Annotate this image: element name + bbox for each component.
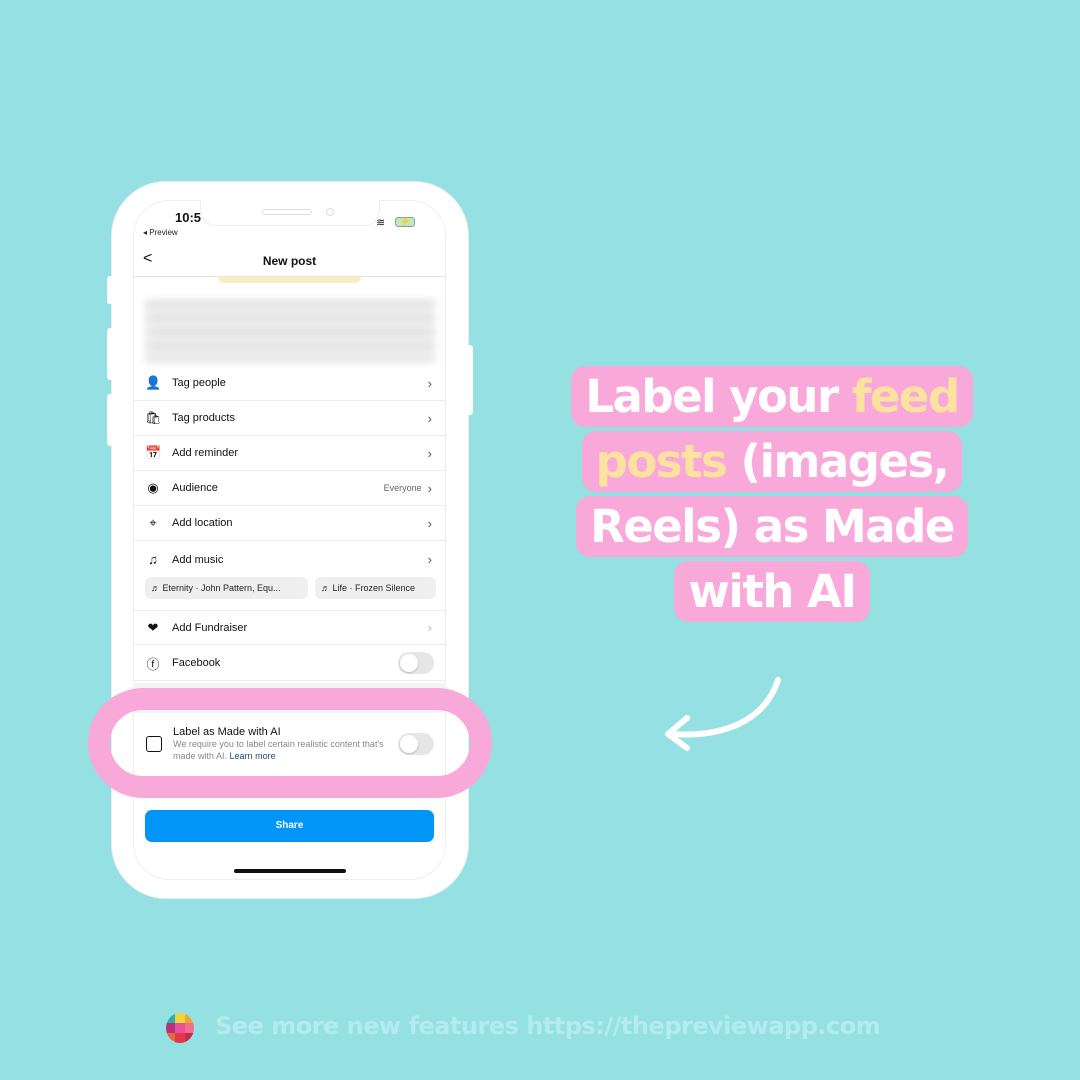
chevron-right-icon: ›	[427, 620, 432, 635]
facebook-toggle[interactable]	[398, 652, 434, 674]
wifi-icon: ≋	[376, 217, 386, 229]
audience-value: Everyone	[383, 483, 422, 493]
callout: Label your feed posts (images, Reels) as…	[566, 364, 978, 624]
facebook-icon: ⓕ	[146, 656, 160, 672]
share-button[interactable]: Share	[145, 810, 434, 842]
highlight-ring	[88, 688, 492, 798]
speaker	[262, 209, 312, 215]
row-facebook: ⓕ Facebook	[133, 646, 446, 681]
calendar-icon: 📅	[145, 445, 162, 460]
row-add-music[interactable]: ♫ Add music ›	[133, 542, 446, 577]
row-audience[interactable]: ◉ Audience Everyone ›	[133, 471, 446, 506]
phone-button	[107, 394, 113, 446]
chevron-right-icon: ›	[427, 552, 432, 567]
shopping-bag-icon: 🛍	[145, 410, 162, 425]
row-tag-products[interactable]: 🛍 Tag products ›	[133, 401, 446, 436]
fundraiser-icon: ❤	[147, 619, 159, 635]
row-label: Add Fundraiser	[172, 621, 248, 634]
preview-app-logo	[166, 1013, 194, 1043]
row-label: Facebook	[172, 657, 221, 669]
page-title: New post	[262, 254, 317, 268]
back-to-app[interactable]: ◂ Preview	[143, 228, 178, 237]
chevron-right-icon: ›	[427, 445, 432, 461]
row-label: Tag people	[172, 377, 226, 389]
callout-text: Label your	[585, 370, 852, 423]
caption-blurred	[145, 300, 435, 362]
row-label: Add music	[172, 553, 224, 566]
tag-people-icon: 👤	[145, 375, 162, 390]
row-label: Add location	[172, 517, 233, 529]
row-add-location[interactable]: ⌖ Add location ›	[133, 506, 446, 541]
location-pin-icon: ⌖	[149, 515, 157, 530]
row-label: Audience	[172, 482, 218, 494]
camera	[326, 208, 334, 216]
phone-button	[467, 345, 473, 415]
music-note-icon: ♫	[148, 552, 158, 567]
chevron-right-icon: ›	[427, 515, 432, 531]
phone-button	[107, 276, 113, 304]
media-preview	[218, 277, 361, 283]
status-time: 10:5	[175, 210, 202, 225]
phone-button	[107, 328, 113, 380]
music-chip[interactable]: ♬ Life · Frozen Silence	[315, 577, 436, 599]
chevron-right-icon: ›	[427, 410, 432, 426]
music-chip[interactable]: ♬ Eternity · John Pattern, Equ...	[145, 577, 308, 599]
arrow-icon	[665, 677, 781, 751]
row-add-reminder[interactable]: 📅 Add reminder ›	[133, 436, 446, 471]
row-label: Add reminder	[172, 447, 239, 459]
home-indicator	[234, 869, 346, 873]
row-add-fundraiser[interactable]: ❤ Add Fundraiser ›	[133, 610, 446, 645]
footer-text[interactable]: See more new features https://thepreview…	[215, 1012, 881, 1040]
battery-icon: ⚡	[395, 217, 415, 227]
chevron-right-icon: ›	[427, 480, 432, 496]
eye-icon: ◉	[147, 480, 159, 495]
chevron-right-icon: ›	[427, 375, 432, 391]
row-tag-people[interactable]: 👤 Tag people ›	[133, 366, 446, 401]
row-label: Tag products	[172, 412, 235, 424]
